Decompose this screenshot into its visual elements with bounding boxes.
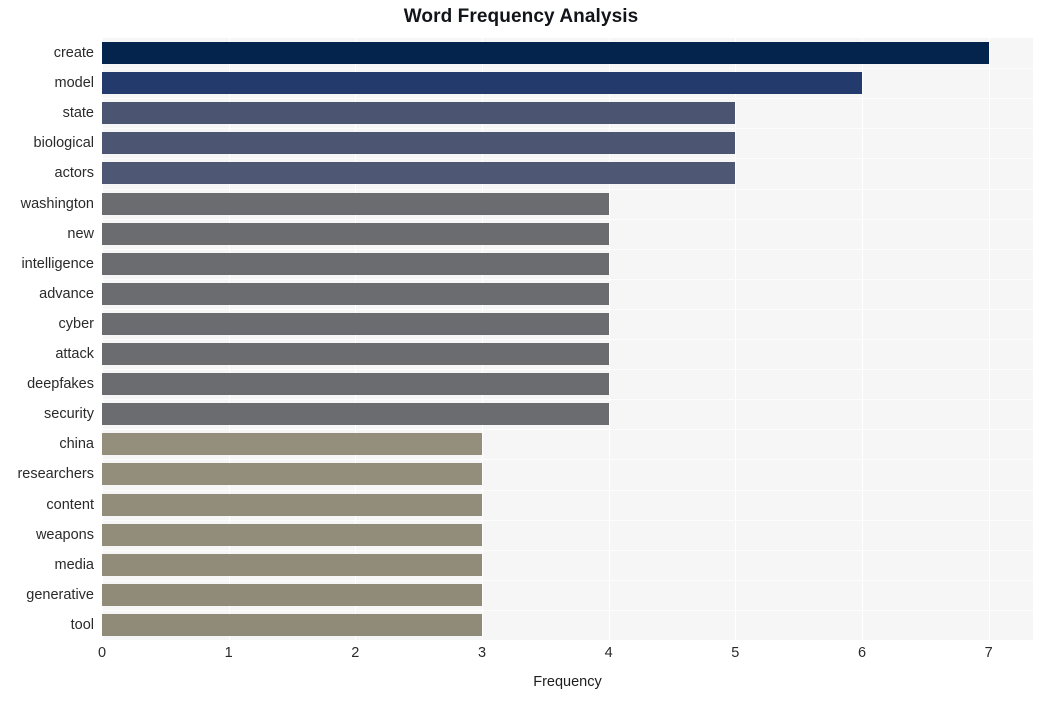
y-tick-label: biological — [33, 135, 94, 152]
x-axis-label: Frequency — [533, 674, 602, 690]
plot-area — [102, 38, 1033, 640]
rowline — [102, 520, 1033, 521]
rowline — [102, 189, 1033, 190]
y-tick-label: china — [59, 436, 94, 453]
y-tick-label: attack — [55, 346, 94, 363]
bar[interactable] — [102, 162, 736, 185]
bar[interactable] — [102, 192, 609, 215]
rowline — [102, 279, 1033, 280]
bar[interactable] — [102, 222, 609, 245]
rowline — [102, 550, 1033, 551]
rowline — [102, 98, 1033, 99]
y-tick-label: content — [46, 496, 94, 513]
y-tick-label: new — [67, 225, 94, 242]
bar[interactable] — [102, 343, 609, 366]
bar[interactable] — [102, 282, 609, 305]
bar[interactable] — [102, 463, 482, 486]
bar[interactable] — [102, 433, 482, 456]
bar[interactable] — [102, 252, 609, 275]
rowline — [102, 580, 1033, 581]
rowline — [102, 459, 1033, 460]
x-tick-label: 5 — [731, 645, 740, 661]
y-tick-label: actors — [54, 165, 95, 182]
bar[interactable] — [102, 102, 736, 125]
y-tick-label: create — [53, 45, 94, 62]
rowline — [102, 158, 1033, 159]
y-tick-label: generative — [26, 586, 94, 603]
bar[interactable] — [102, 132, 736, 155]
rowline — [102, 369, 1033, 370]
bar[interactable] — [102, 72, 862, 95]
rowline — [102, 490, 1033, 491]
rowline — [102, 610, 1033, 611]
x-tick-label: 2 — [351, 645, 360, 661]
bar[interactable] — [102, 583, 482, 606]
rowline — [102, 68, 1033, 69]
y-tick-label: intelligence — [21, 255, 94, 272]
y-tick-label: tool — [70, 616, 94, 633]
rowline — [102, 219, 1033, 220]
y-tick-label: researchers — [17, 466, 94, 483]
bar[interactable] — [102, 493, 482, 516]
y-tick-label: state — [62, 105, 94, 122]
rowline — [102, 429, 1033, 430]
x-axis-tick-labels: 0 1 2 3 4 5 6 7 — [0, 645, 1042, 671]
chart-title: Word Frequency Analysis — [403, 6, 639, 27]
y-tick-label: model — [54, 75, 95, 92]
bar[interactable] — [102, 613, 482, 636]
bar[interactable] — [102, 523, 482, 546]
y-tick-label: advance — [39, 285, 94, 302]
x-tick-label: 1 — [224, 645, 233, 661]
word-frequency-chart: Word Frequency Analysis create model state… — [0, 0, 1042, 701]
y-tick-label: deepfakes — [27, 376, 94, 393]
y-tick-label: media — [54, 556, 95, 573]
rowline — [102, 339, 1033, 340]
x-tick-label: 4 — [604, 645, 613, 661]
y-axis-tick-labels: create model state biological actors washingt… — [0, 38, 94, 640]
y-tick-label: cyber — [58, 315, 94, 332]
rowline — [102, 128, 1033, 129]
y-tick-label: security — [44, 406, 94, 423]
rowline — [102, 309, 1033, 310]
bar[interactable] — [102, 42, 989, 65]
x-tick-label: 7 — [984, 645, 993, 661]
x-tick-label: 3 — [477, 645, 487, 661]
bar[interactable] — [102, 403, 609, 426]
y-tick-label: weapons — [35, 526, 94, 543]
bar[interactable] — [102, 553, 482, 576]
rowline — [102, 399, 1033, 400]
x-tick-label: 0 — [97, 645, 107, 661]
y-tick-label: washington — [20, 195, 94, 212]
bar[interactable] — [102, 373, 609, 396]
rowline — [102, 249, 1033, 250]
x-tick-label: 6 — [857, 645, 867, 661]
bar[interactable] — [102, 312, 609, 335]
